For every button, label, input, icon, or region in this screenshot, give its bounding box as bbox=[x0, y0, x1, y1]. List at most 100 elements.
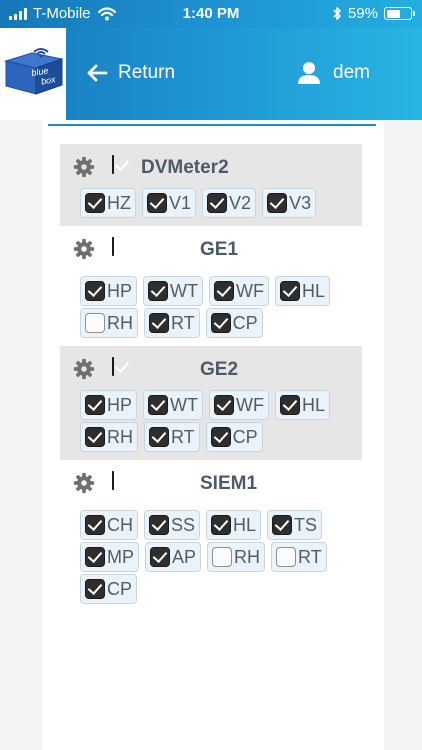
username: dem bbox=[333, 62, 370, 83]
device-section: GE2 HP WT WF HL RH RT CP bbox=[60, 346, 362, 460]
metric-checkbox[interactable] bbox=[85, 579, 105, 599]
metric-tag[interactable]: RH bbox=[207, 542, 266, 572]
metric-tag[interactable]: HL bbox=[274, 390, 330, 420]
metric-tag[interactable]: RT bbox=[144, 422, 200, 452]
device-list: DVMeter2 HZ V1 V2 V3 GE1 HP WT WF HL RH RT CP GE2 HP WT… bbox=[60, 144, 362, 612]
device-header: SIEM1 bbox=[60, 460, 362, 504]
metric-label: CP bbox=[107, 578, 133, 599]
metric-checkbox[interactable] bbox=[85, 427, 105, 447]
metric-label: CH bbox=[107, 514, 133, 535]
metric-checkbox[interactable] bbox=[214, 281, 234, 301]
metric-tag[interactable]: HZ bbox=[80, 188, 136, 218]
metric-tag[interactable]: V3 bbox=[262, 188, 317, 218]
metric-label: RT bbox=[298, 546, 322, 567]
metric-checkbox[interactable] bbox=[85, 515, 105, 535]
device-checkbox[interactable] bbox=[112, 155, 114, 174]
metric-tag[interactable]: AP bbox=[145, 542, 202, 572]
metric-tag[interactable]: WF bbox=[209, 276, 269, 306]
metric-tag[interactable]: CP bbox=[205, 422, 263, 452]
metric-checkbox[interactable] bbox=[210, 313, 231, 333]
return-button[interactable]: Return bbox=[86, 62, 175, 84]
metric-label: HL bbox=[301, 280, 325, 301]
user-menu[interactable]: dem bbox=[297, 61, 370, 85]
metric-checkbox[interactable] bbox=[148, 395, 169, 415]
metric-tag[interactable]: TS bbox=[267, 510, 323, 540]
metric-tag[interactable]: HL bbox=[206, 510, 262, 540]
metric-checkbox[interactable] bbox=[212, 547, 233, 567]
metric-label: HP bbox=[107, 280, 133, 301]
metric-label: MP bbox=[107, 546, 134, 567]
battery-percent: 59% bbox=[347, 5, 378, 22]
metric-checkbox[interactable] bbox=[85, 313, 105, 333]
device-checkbox[interactable] bbox=[112, 357, 114, 376]
gear-icon[interactable] bbox=[73, 156, 95, 178]
metric-checkbox[interactable] bbox=[210, 427, 231, 447]
metric-label: AP bbox=[172, 546, 197, 567]
divider bbox=[48, 124, 376, 126]
metric-checkbox[interactable] bbox=[149, 313, 169, 333]
metric-checkbox[interactable] bbox=[211, 515, 232, 535]
metric-label: RT bbox=[171, 426, 195, 447]
metric-label: WF bbox=[236, 394, 264, 415]
device-checkbox[interactable] bbox=[112, 471, 114, 490]
metric-checkbox[interactable] bbox=[85, 395, 105, 415]
metric-checkbox[interactable] bbox=[149, 515, 169, 535]
device-checkbox[interactable] bbox=[112, 237, 114, 256]
bluetooth-icon bbox=[333, 7, 341, 20]
device-panel: DVMeter2 HZ V1 V2 V3 GE1 HP WT WF HL RH RT CP GE2 HP WT… bbox=[42, 120, 384, 750]
metric-checkbox[interactable] bbox=[85, 547, 105, 567]
logo[interactable]: blue box bbox=[0, 28, 66, 120]
metric-tag[interactable]: WF bbox=[209, 390, 269, 420]
metric-tags: CH SS HL TS MP AP RH RT CP bbox=[60, 504, 362, 604]
metric-tag[interactable]: RH bbox=[80, 308, 138, 338]
metric-tag[interactable]: MP bbox=[80, 542, 139, 572]
metric-tags: HP WT WF HL RH RT CP bbox=[60, 270, 362, 338]
metric-checkbox[interactable] bbox=[148, 281, 169, 301]
metric-tag[interactable]: CP bbox=[205, 308, 263, 338]
gear-icon[interactable] bbox=[73, 358, 95, 380]
metric-tag[interactable]: V1 bbox=[142, 188, 197, 218]
device-header: GE2 bbox=[60, 346, 362, 390]
metric-label: WT bbox=[170, 394, 198, 415]
device-name: DVMeter2 bbox=[141, 157, 229, 178]
metric-checkbox[interactable] bbox=[279, 395, 300, 415]
metric-checkbox[interactable] bbox=[276, 547, 297, 567]
metric-tag[interactable]: V2 bbox=[202, 188, 257, 218]
metric-label: CP bbox=[232, 426, 258, 447]
metric-tag[interactable]: WT bbox=[143, 276, 203, 306]
device-section: GE1 HP WT WF HL RH RT CP bbox=[60, 226, 362, 346]
metric-checkbox[interactable] bbox=[147, 193, 167, 213]
metric-tag[interactable]: WT bbox=[143, 390, 203, 420]
metric-checkbox[interactable] bbox=[150, 547, 170, 567]
metric-tag[interactable]: HP bbox=[80, 276, 138, 306]
metric-checkbox[interactable] bbox=[272, 515, 293, 535]
metric-checkbox[interactable] bbox=[267, 193, 288, 213]
metric-tag[interactable]: RT bbox=[271, 542, 327, 572]
metric-tags: HZ V1 V2 V3 bbox=[60, 188, 362, 218]
metric-checkbox[interactable] bbox=[279, 281, 300, 301]
metric-tag[interactable]: RT bbox=[144, 308, 200, 338]
metric-tag[interactable]: HL bbox=[274, 276, 330, 306]
metric-tag[interactable]: RH bbox=[80, 422, 138, 452]
gear-icon[interactable] bbox=[73, 472, 95, 494]
metric-label: RH bbox=[107, 312, 133, 333]
metric-tag[interactable]: HP bbox=[80, 390, 138, 420]
gear-icon[interactable] bbox=[73, 238, 95, 260]
metric-tag[interactable]: SS bbox=[144, 510, 201, 540]
device-section: SIEM1 CH SS HL TS MP AP RH RT CP bbox=[60, 460, 362, 612]
metric-tag[interactable]: CP bbox=[80, 574, 138, 604]
metric-checkbox[interactable] bbox=[149, 427, 169, 447]
metric-checkbox[interactable] bbox=[207, 193, 228, 213]
metric-tag[interactable]: CH bbox=[80, 510, 138, 540]
metric-checkbox[interactable] bbox=[85, 281, 105, 301]
metric-checkbox[interactable] bbox=[85, 193, 105, 213]
device-section: DVMeter2 HZ V1 V2 V3 bbox=[60, 144, 362, 226]
device-name: GE1 bbox=[200, 239, 239, 260]
metric-label: WT bbox=[170, 280, 198, 301]
metric-label: TS bbox=[294, 514, 318, 535]
user-icon bbox=[298, 62, 320, 84]
device-name: SIEM1 bbox=[200, 473, 258, 494]
battery-icon bbox=[384, 7, 415, 20]
metric-label: CP bbox=[232, 312, 258, 333]
metric-checkbox[interactable] bbox=[214, 395, 234, 415]
